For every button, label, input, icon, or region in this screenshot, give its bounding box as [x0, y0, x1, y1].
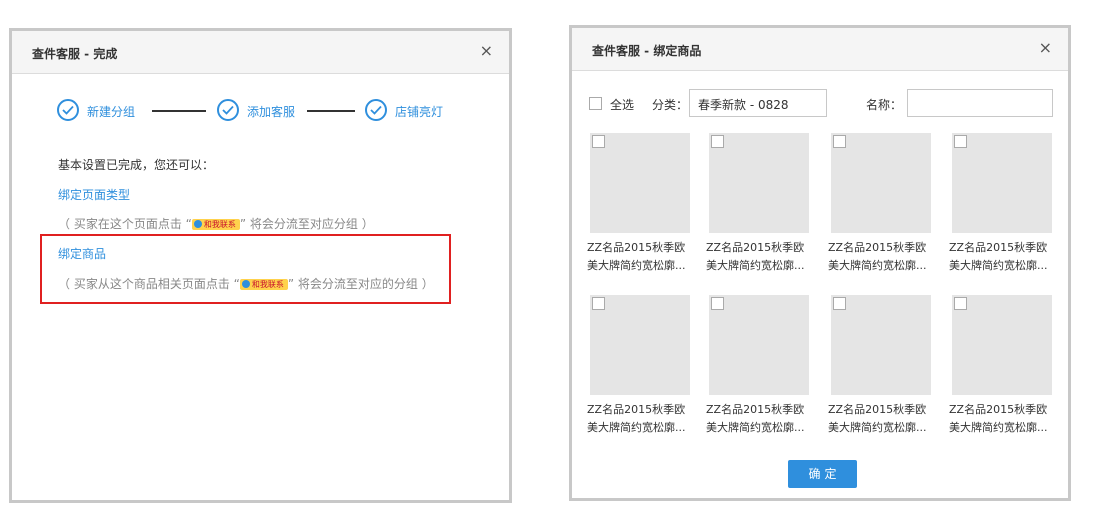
- product-item[interactable]: ZZ名品2015秋季欧 美大牌简约宽松廓...: [587, 133, 697, 272]
- close-icon[interactable]: ×: [480, 42, 493, 60]
- check-circle-icon: [57, 99, 79, 121]
- product-thumbnail: [709, 295, 809, 395]
- note-text: ” 将会分流至对应的分组 ）: [287, 277, 434, 291]
- category-label: 分类：: [652, 98, 689, 112]
- product-checkbox[interactable]: [711, 297, 724, 310]
- product-thumbnail: [831, 133, 931, 233]
- product-thumbnail: [590, 133, 690, 233]
- bind-page-type-link[interactable]: 绑定页面类型: [58, 186, 130, 203]
- check-circle-icon: [217, 99, 239, 121]
- select-all-label: 全选: [610, 98, 635, 112]
- bind-goods-dialog: 查件客服 - 绑定商品 × 全选 分类： 春季新款 - 0828 名称： ZZ名…: [569, 25, 1071, 501]
- product-item[interactable]: ZZ名品2015秋季欧 美大牌简约宽松廓...: [949, 295, 1059, 434]
- finish-dialog: 查件客服 - 完成 × 新建分组 添加客服 店铺亮灯 基本设置已完成，您还可以：…: [9, 28, 512, 503]
- product-item[interactable]: ZZ名品2015秋季欧 美大牌简约宽松廓...: [587, 295, 697, 434]
- product-thumbnail: [952, 295, 1052, 395]
- product-thumbnail: [709, 133, 809, 233]
- chat-icon: [241, 280, 250, 288]
- product-name: ZZ名品2015秋季欧 美大牌简约宽松廓...: [587, 403, 686, 434]
- bind-goods-link[interactable]: 绑定商品: [58, 245, 106, 262]
- product-checkbox[interactable]: [592, 135, 605, 148]
- product-name: ZZ名品2015秋季欧 美大牌简约宽松廓...: [949, 241, 1048, 272]
- product-name: ZZ名品2015秋季欧 美大牌简约宽松廓...: [828, 241, 927, 272]
- bind-goods-note: （ 买家从这个商品相关页面点击 “ 和我联系” 将会分流至对应的分组 ）: [58, 275, 434, 292]
- dialog-title: 查件客服 - 绑定商品: [592, 44, 702, 58]
- product-item[interactable]: ZZ名品2015秋季欧 美大牌简约宽松廓...: [828, 295, 938, 434]
- product-item[interactable]: ZZ名品2015秋季欧 美大牌简约宽松廓...: [949, 133, 1059, 272]
- product-name: ZZ名品2015秋季欧 美大牌简约宽松廓...: [587, 241, 686, 272]
- product-thumbnail: [831, 295, 931, 395]
- contact-badge: 和我联系: [191, 219, 240, 230]
- product-name: ZZ名品2015秋季欧 美大牌简约宽松廓...: [828, 403, 927, 434]
- note-text: （ 买家在这个页面点击 “: [58, 217, 192, 231]
- badge-text: 和我联系: [203, 220, 236, 229]
- product-item[interactable]: ZZ名品2015秋季欧 美大牌简约宽松廓...: [706, 295, 816, 434]
- step-label: 店铺亮灯: [395, 105, 444, 119]
- note-text: （ 买家从这个商品相关页面点击 “: [58, 277, 240, 291]
- product-checkbox[interactable]: [833, 135, 846, 148]
- dialog-header: 查件客服 - 绑定商品 ×: [572, 28, 1068, 71]
- step-label: 新建分组: [87, 105, 136, 119]
- select-all-checkbox[interactable]: [589, 97, 602, 110]
- intro-text: 基本设置已完成，您还可以：: [58, 158, 215, 172]
- product-checkbox[interactable]: [711, 135, 724, 148]
- dialog-header: 查件客服 - 完成 ×: [12, 31, 509, 74]
- product-name: ZZ名品2015秋季欧 美大牌简约宽松廓...: [949, 403, 1048, 434]
- product-checkbox[interactable]: [954, 297, 967, 310]
- product-name: ZZ名品2015秋季欧 美大牌简约宽松廓...: [706, 403, 805, 434]
- chat-icon: [193, 220, 202, 228]
- check-circle-icon: [365, 99, 387, 121]
- step-label: 添加客服: [247, 105, 296, 119]
- contact-badge: 和我联系: [239, 279, 288, 290]
- product-item[interactable]: ZZ名品2015秋季欧 美大牌简约宽松廓...: [828, 133, 938, 272]
- name-input[interactable]: [907, 89, 1053, 117]
- product-item[interactable]: ZZ名品2015秋季欧 美大牌简约宽松廓...: [706, 133, 816, 272]
- product-checkbox[interactable]: [592, 297, 605, 310]
- product-checkbox[interactable]: [954, 135, 967, 148]
- step-connector: [307, 110, 355, 112]
- product-thumbnail: [952, 133, 1052, 233]
- product-checkbox[interactable]: [833, 297, 846, 310]
- note-text: ” 将会分流至对应分组 ）: [239, 217, 374, 231]
- category-select[interactable]: 春季新款 - 0828: [689, 89, 827, 117]
- name-label: 名称：: [866, 98, 903, 112]
- confirm-button[interactable]: 确定: [788, 460, 857, 488]
- close-icon[interactable]: ×: [1039, 39, 1052, 57]
- badge-text: 和我联系: [251, 280, 284, 289]
- product-thumbnail: [590, 295, 690, 395]
- dialog-title: 查件客服 - 完成: [32, 47, 118, 61]
- step-connector: [152, 110, 206, 112]
- product-name: ZZ名品2015秋季欧 美大牌简约宽松廓...: [706, 241, 805, 272]
- bind-page-type-note: （ 买家在这个页面点击 “ 和我联系” 将会分流至对应分组 ）: [58, 215, 374, 232]
